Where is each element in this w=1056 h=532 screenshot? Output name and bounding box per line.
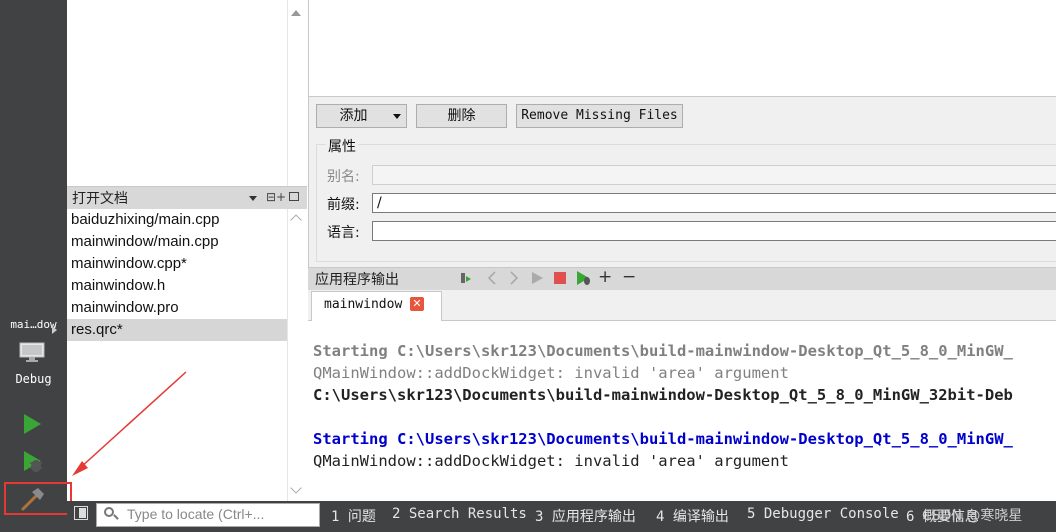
- open-document-item[interactable]: mainwindow.pro: [67, 297, 287, 319]
- close-pane-icon[interactable]: [289, 192, 299, 201]
- open-document-item-selected[interactable]: res.qrc*: [67, 319, 287, 341]
- tab-mainwindow-label[interactable]: mainwindow: [324, 297, 402, 312]
- properties-title: 属性: [326, 136, 358, 156]
- status-tab-debugger-console[interactable]: 5 Debugger Console: [747, 506, 899, 522]
- split-icon[interactable]: ⊟+: [266, 190, 286, 204]
- app-output-title: 应用程序输出: [315, 272, 399, 288]
- delete-button[interactable]: 删除: [416, 104, 507, 128]
- project-tree[interactable]: [67, 0, 307, 186]
- open-document-item[interactable]: baiduzhixing/main.cpp: [67, 209, 287, 231]
- open-document-item[interactable]: mainwindow/main.cpp: [67, 231, 287, 253]
- output-line: C:\Users\skr123\Documents\build-mainwind…: [313, 386, 1013, 404]
- project-tree-scrollbar[interactable]: [287, 0, 308, 186]
- output-line: QMainWindow::addDockWidget: invalid 'are…: [313, 364, 789, 382]
- close-icon[interactable]: ✕: [410, 297, 424, 311]
- annotation-highlight-box: [4, 482, 72, 515]
- resource-tree[interactable]: [308, 0, 1056, 97]
- locator-placeholder[interactable]: Type to locate (Ctrl+...: [127, 506, 264, 522]
- output-line: Starting C:\Users\skr123\Documents\build…: [313, 342, 1013, 360]
- next-icon[interactable]: [508, 271, 520, 285]
- toggle-sidebar-icon-fill: [79, 508, 86, 518]
- language-label: 语言:: [327, 225, 360, 241]
- monitor-icon[interactable]: [19, 342, 45, 362]
- run-icon[interactable]: [22, 413, 42, 435]
- prefix-input[interactable]: /: [372, 193, 1056, 213]
- build-mode-label[interactable]: Debug: [0, 372, 67, 386]
- open-documents-title[interactable]: 打开文档: [72, 188, 128, 208]
- stop-icon[interactable]: [553, 271, 567, 285]
- status-tab-compile-output[interactable]: 4 编译输出: [656, 506, 729, 526]
- prev-icon[interactable]: [486, 271, 498, 285]
- run-icon[interactable]: [530, 271, 544, 285]
- attach-icon[interactable]: [456, 270, 472, 286]
- scroll-up-icon[interactable]: [291, 10, 301, 16]
- alias-input[interactable]: [372, 165, 1056, 185]
- status-tab-issues[interactable]: 1 问题: [331, 506, 376, 526]
- open-documents-list: baiduzhixing/main.cpp mainwindow/main.cp…: [67, 209, 287, 341]
- status-tab-app-output[interactable]: 3 应用程序输出: [535, 506, 636, 526]
- output-line: Starting C:\Users\skr123\Documents\build…: [313, 430, 1013, 448]
- output-line: QMainWindow::addDockWidget: invalid 'are…: [313, 452, 789, 470]
- language-input[interactable]: [372, 221, 1056, 241]
- open-document-item[interactable]: mainwindow.h: [67, 275, 287, 297]
- app-output-header: [308, 267, 1056, 290]
- open-documents-scrollbar[interactable]: [287, 209, 308, 501]
- prefix-label: 前缀:: [327, 197, 360, 213]
- debug-run-icon[interactable]: [22, 450, 44, 474]
- debug-run-icon[interactable]: [576, 270, 592, 286]
- chevron-down-icon[interactable]: [393, 114, 401, 119]
- chevron-down-icon[interactable]: [249, 196, 257, 201]
- watermark: CSDN @寒晓星: [922, 508, 1023, 524]
- zoom-out-icon[interactable]: −: [622, 267, 636, 287]
- alias-label: 别名:: [327, 169, 360, 185]
- open-document-item[interactable]: mainwindow.cpp*: [67, 253, 287, 275]
- status-tab-search-results[interactable]: 2 Search Results: [392, 506, 527, 522]
- remove-missing-files-button[interactable]: Remove Missing Files: [516, 104, 683, 128]
- zoom-in-icon[interactable]: +: [598, 267, 612, 287]
- kit-selector-arrow-icon[interactable]: [52, 326, 57, 334]
